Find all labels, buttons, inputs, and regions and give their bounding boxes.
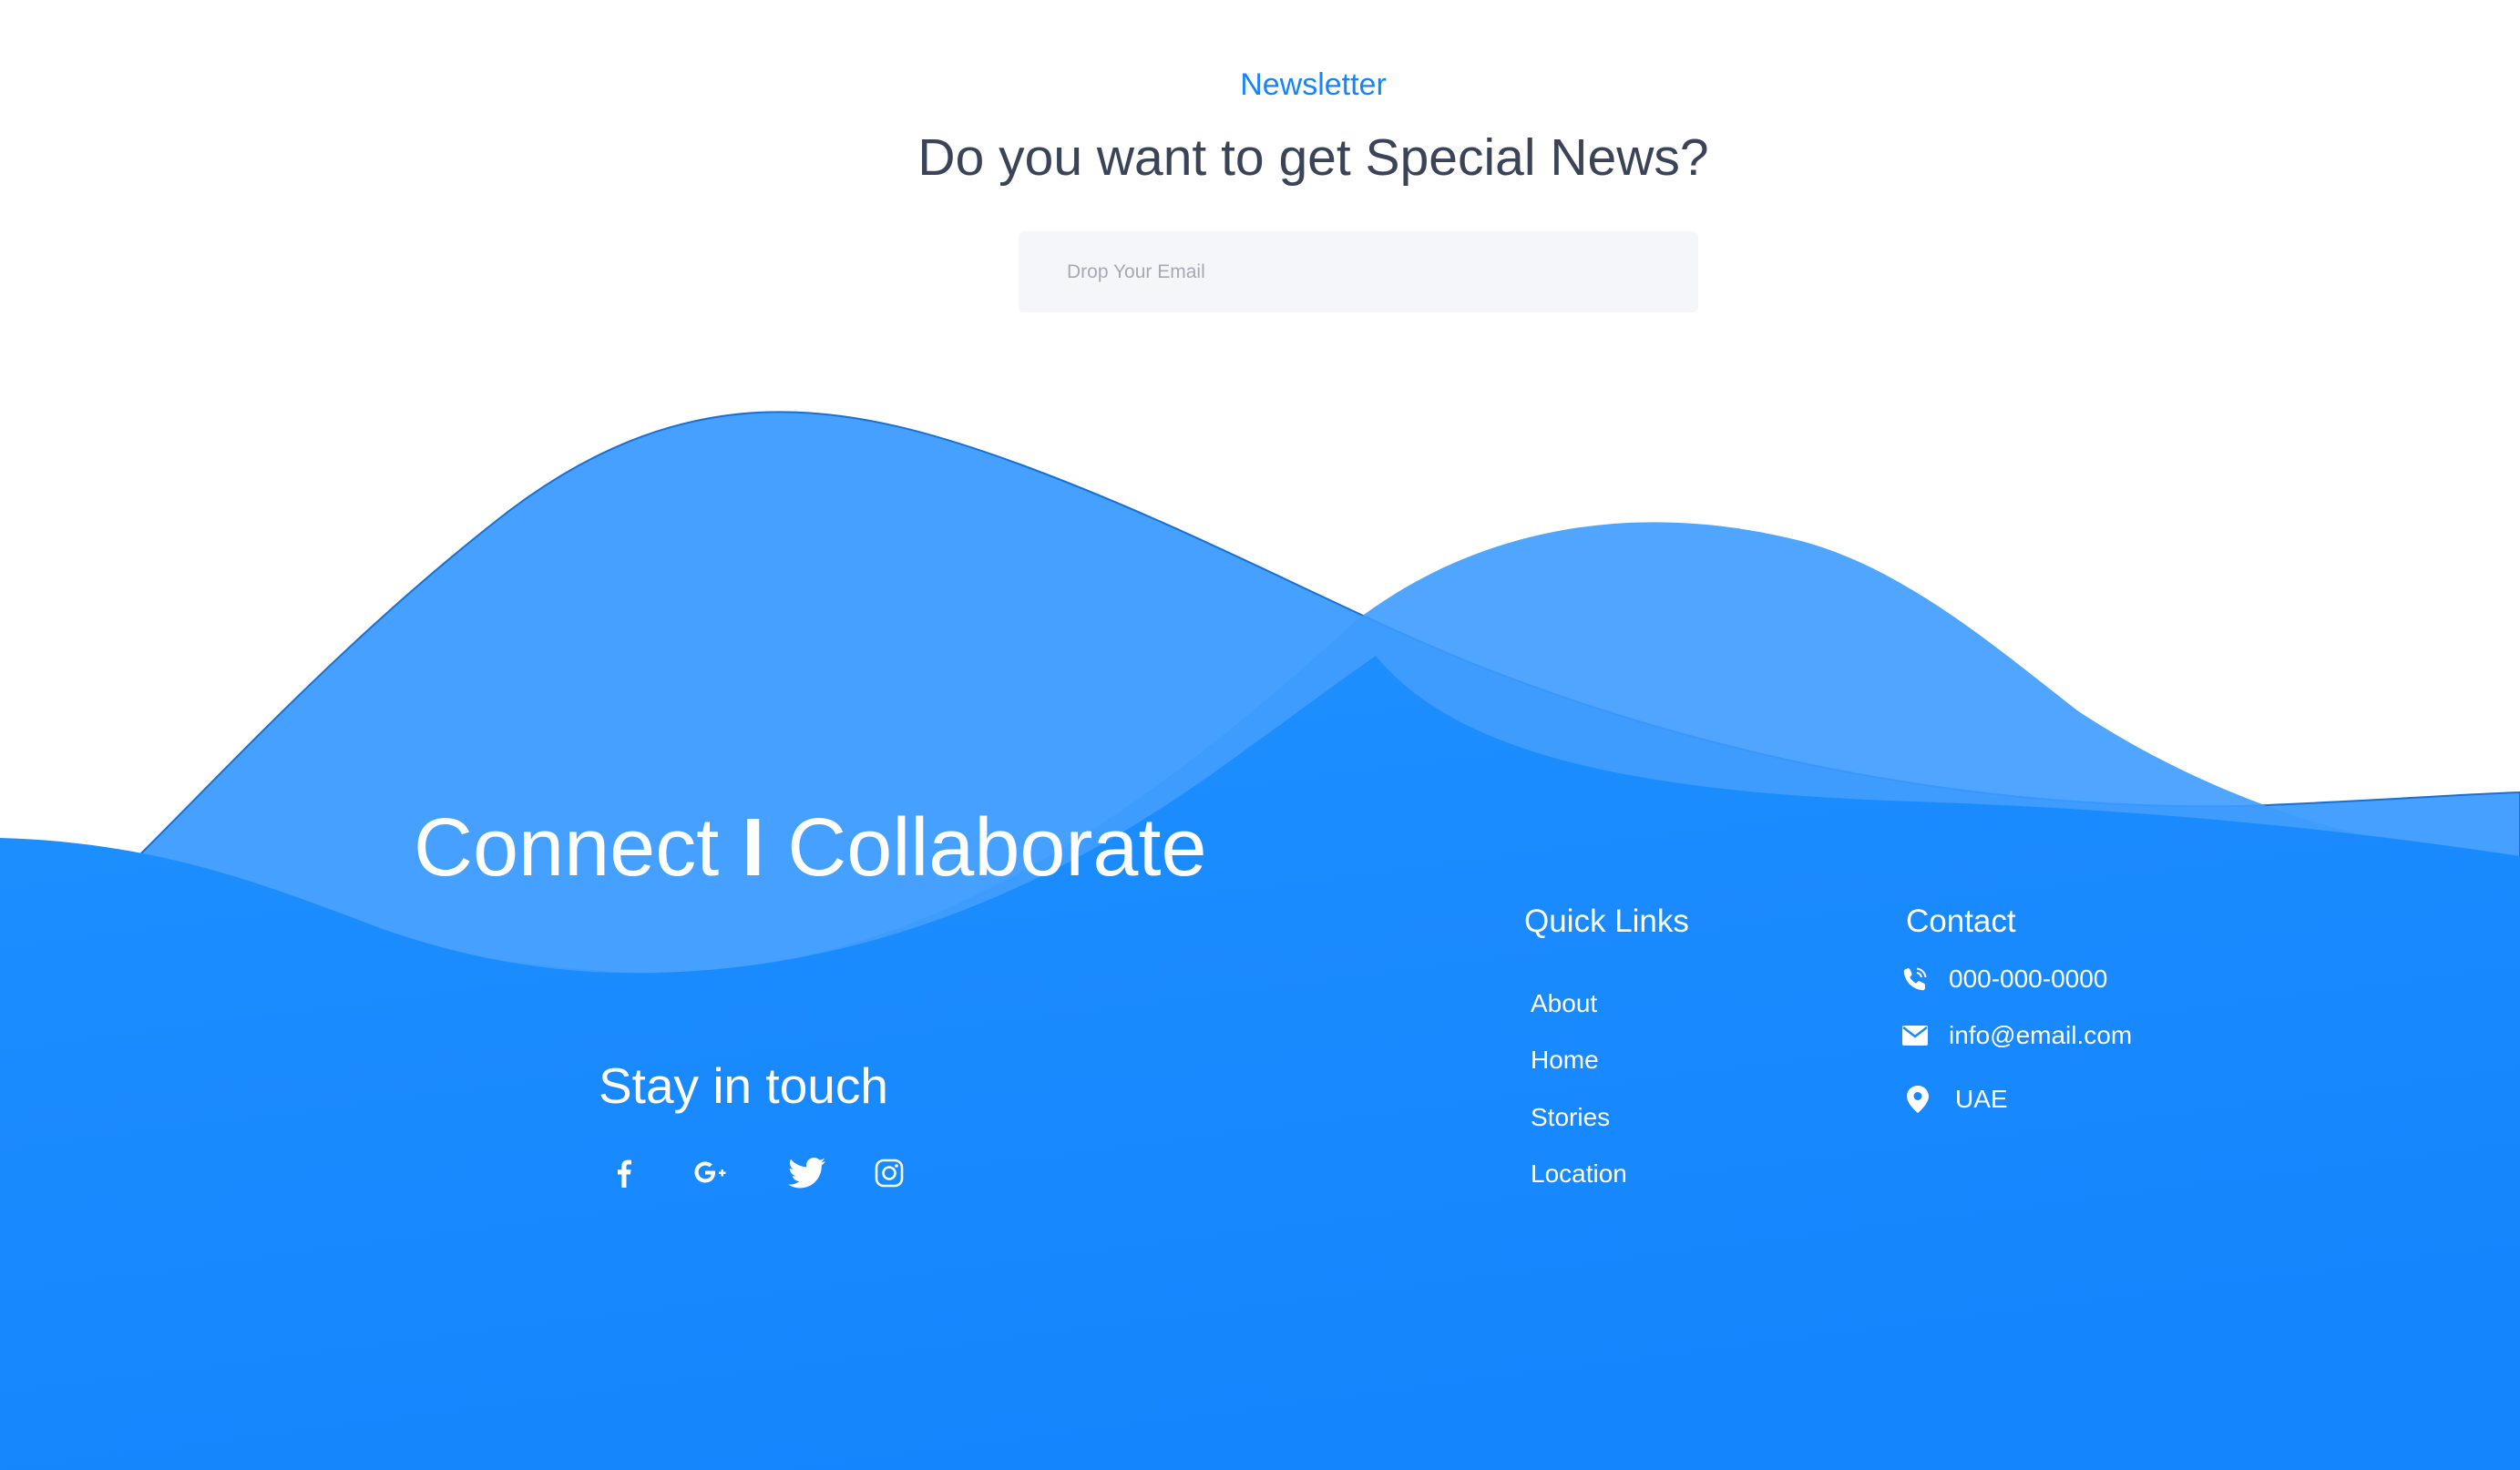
contact-location-text: UAE bbox=[1955, 1085, 2008, 1113]
twitter-icon[interactable] bbox=[784, 1153, 831, 1193]
quick-link-stories[interactable]: Stories bbox=[1531, 1103, 1610, 1132]
contact-location: UAE bbox=[1902, 1084, 2008, 1115]
quick-link-about[interactable]: About bbox=[1531, 989, 1597, 1018]
contact-title: Contact bbox=[1906, 903, 2016, 939]
page: Newsletter Do you want to get Special Ne… bbox=[0, 0, 2520, 1470]
mail-icon bbox=[1900, 1020, 1931, 1051]
contact-phone-text: 000-000-0000 bbox=[1949, 965, 2108, 993]
brand-connect: Connect bbox=[414, 802, 720, 893]
stay-in-touch-heading: Stay in touch bbox=[599, 1057, 888, 1114]
quick-link-home[interactable]: Home bbox=[1531, 1046, 1599, 1075]
brand-separator: I bbox=[742, 802, 765, 893]
quick-links-title: Quick Links bbox=[1524, 903, 1689, 939]
quick-link-location[interactable]: Location bbox=[1531, 1159, 1627, 1189]
google-plus-icon[interactable] bbox=[689, 1153, 736, 1193]
instagram-icon[interactable] bbox=[866, 1153, 913, 1193]
newsletter-label: Newsletter bbox=[1240, 67, 1387, 102]
contact-email[interactable]: info@email.com bbox=[1900, 1020, 2132, 1051]
location-pin-icon bbox=[1902, 1084, 1933, 1115]
brand-tagline: Connect I Collaborate bbox=[414, 801, 1207, 895]
phone-icon bbox=[1900, 964, 1931, 995]
contact-phone: 000-000-0000 bbox=[1900, 964, 2107, 995]
newsletter-heading: Do you want to get Special News? bbox=[917, 128, 1709, 187]
brand-collaborate: Collaborate bbox=[787, 802, 1207, 893]
email-input[interactable] bbox=[1019, 231, 1698, 312]
facebook-icon[interactable] bbox=[600, 1153, 648, 1193]
wave-background bbox=[0, 411, 2520, 1470]
contact-email-text[interactable]: info@email.com bbox=[1949, 1021, 2132, 1050]
